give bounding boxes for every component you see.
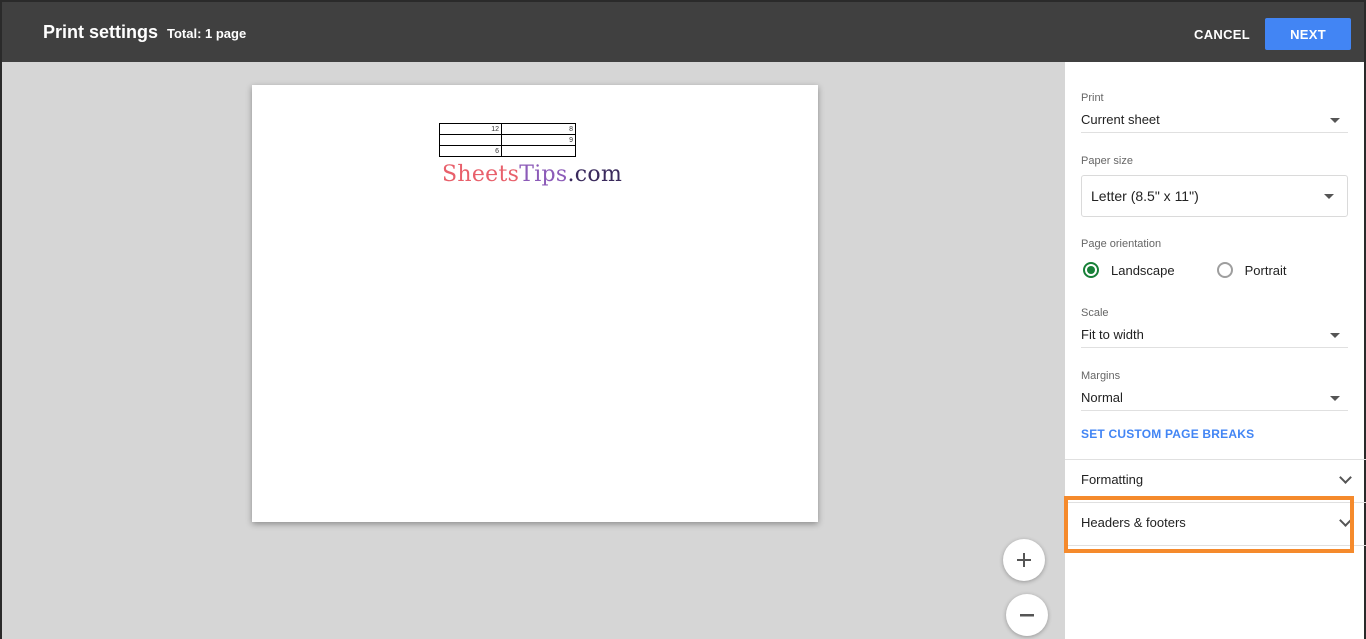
table-cell xyxy=(501,145,576,157)
portrait-radio[interactable]: Portrait xyxy=(1216,262,1287,278)
portrait-label: Portrait xyxy=(1244,262,1287,278)
watermark-logo: SheetsTips.com xyxy=(442,162,622,187)
chevron-down-icon xyxy=(1339,471,1352,484)
scale-select[interactable]: Fit to width xyxy=(1081,324,1348,348)
radio-selected-icon xyxy=(1083,262,1099,278)
scale-label: Scale xyxy=(1081,307,1109,319)
formatting-label: Formatting xyxy=(1081,472,1144,487)
zoom-out-button[interactable] xyxy=(1006,594,1048,636)
orientation-field: Page orientation Landscape Portrait xyxy=(1081,238,1348,280)
watermark-part-sheets: Sheets xyxy=(442,162,520,187)
headers-footers-section[interactable]: Headers & footers xyxy=(1065,502,1366,544)
preview-sheet-table: 12 8 9 6 xyxy=(439,123,576,157)
formatting-section[interactable]: Formatting xyxy=(1065,459,1366,501)
divider xyxy=(1065,545,1366,546)
paper-size-select[interactable]: Letter (8.5" x 11") xyxy=(1081,175,1348,217)
print-preview-area: 12 8 9 6 SheetsTips.com xyxy=(0,62,1065,639)
margins-select[interactable]: Normal xyxy=(1081,387,1348,411)
headers-footers-label: Headers & footers xyxy=(1081,515,1186,530)
table-row: 12 8 xyxy=(439,123,576,135)
chevron-down-icon xyxy=(1339,514,1352,527)
scale-field: Scale Fit to width xyxy=(1081,307,1348,348)
cancel-button[interactable]: CANCEL xyxy=(1188,18,1256,50)
margins-label: Margins xyxy=(1081,370,1121,382)
paper-size-field: Paper size Letter (8.5" x 11") xyxy=(1081,155,1348,217)
orientation-radio-group: Landscape Portrait xyxy=(1081,260,1348,280)
table-cell xyxy=(439,134,502,146)
minus-icon xyxy=(1020,614,1034,617)
watermark-part-tips: Tips xyxy=(519,162,568,187)
table-cell: 9 xyxy=(501,134,576,146)
table-cell: 6 xyxy=(439,145,502,157)
dropdown-arrow-icon xyxy=(1330,396,1340,401)
dropdown-arrow-icon xyxy=(1330,118,1340,123)
landscape-radio[interactable]: Landscape xyxy=(1083,262,1175,278)
zoom-in-button[interactable] xyxy=(1003,539,1045,581)
print-settings-app: Print settings Total: 1 page CANCEL NEXT… xyxy=(0,0,1366,639)
watermark-part-com: .com xyxy=(567,162,623,187)
paper-size-label: Paper size xyxy=(1081,155,1133,167)
orientation-label: Page orientation xyxy=(1081,238,1162,250)
table-row: 6 xyxy=(439,145,576,157)
set-custom-page-breaks-link[interactable]: SET CUSTOM PAGE BREAKS xyxy=(1081,427,1254,441)
scale-value: Fit to width xyxy=(1081,327,1144,342)
radio-unselected-icon xyxy=(1216,262,1233,278)
print-select[interactable]: Current sheet xyxy=(1081,109,1348,133)
print-field: Print Current sheet xyxy=(1081,92,1348,133)
settings-panel: Print Current sheet Paper size Letter (8… xyxy=(1065,62,1366,639)
page-title: Print settings xyxy=(43,22,159,42)
table-row: 9 xyxy=(439,134,576,146)
landscape-label: Landscape xyxy=(1111,262,1175,278)
total-pages: Total: 1 page xyxy=(167,26,247,41)
margins-field: Margins Normal xyxy=(1081,370,1348,411)
print-label: Print xyxy=(1081,92,1104,104)
print-value: Current sheet xyxy=(1081,112,1160,127)
margins-value: Normal xyxy=(1081,390,1123,405)
next-button[interactable]: NEXT xyxy=(1265,18,1351,50)
top-bar: Print settings Total: 1 page CANCEL NEXT xyxy=(0,0,1366,62)
dropdown-arrow-icon xyxy=(1330,333,1340,338)
plus-icon xyxy=(1017,553,1031,567)
preview-page: 12 8 9 6 SheetsTips.com xyxy=(252,85,818,522)
dropdown-arrow-icon xyxy=(1324,194,1334,199)
paper-size-value: Letter (8.5" x 11") xyxy=(1091,188,1199,204)
table-cell: 12 xyxy=(439,123,502,135)
table-cell: 8 xyxy=(501,123,576,135)
